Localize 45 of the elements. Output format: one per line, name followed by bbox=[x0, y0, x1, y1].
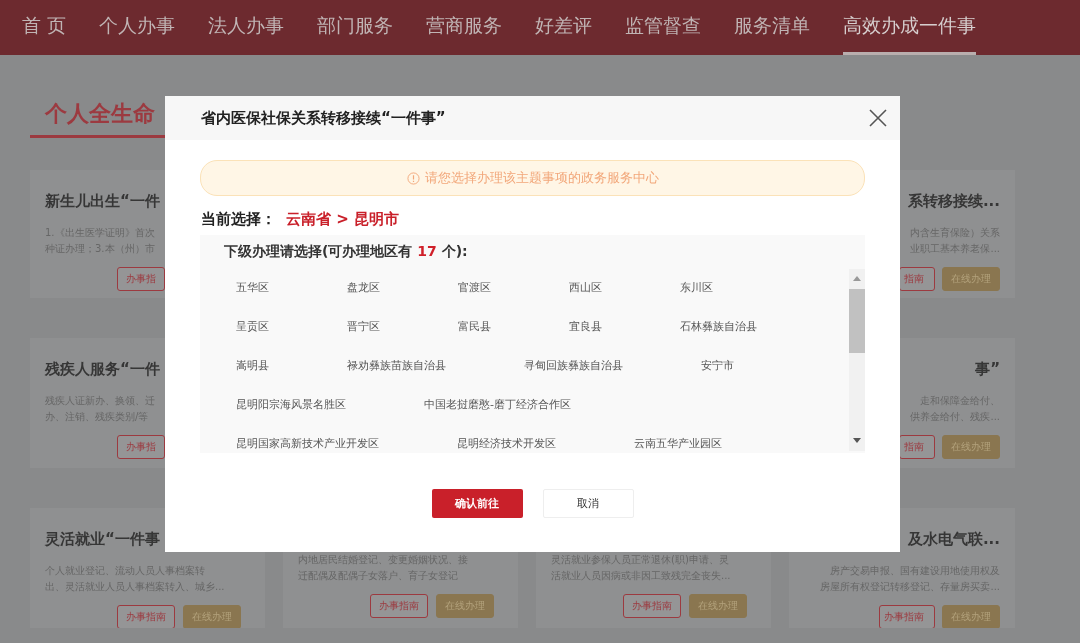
region-option[interactable]: 盘龙区 bbox=[347, 279, 380, 296]
region-option[interactable]: 寻甸回族彝族自治县 bbox=[524, 357, 623, 374]
dialog-title: 省内医保社保关系转移接续“一件事” bbox=[201, 108, 446, 128]
nav-tab[interactable]: 高效办成一件事 bbox=[843, 0, 977, 55]
region-option[interactable]: 官渡区 bbox=[458, 279, 491, 296]
region-option[interactable]: 富民县 bbox=[458, 318, 491, 335]
section-title: 个人全生命 bbox=[43, 100, 156, 128]
current-selection-value: 云南省 > 昆明市 bbox=[286, 210, 399, 229]
card-title: 灵活就业“一件事 bbox=[45, 530, 160, 549]
notice-text: 请您选择办理该主题事项的政务服务中心 bbox=[424, 169, 659, 187]
region-option[interactable]: 西山区 bbox=[569, 279, 602, 296]
info-icon bbox=[406, 171, 420, 185]
current-selection-label: 当前选择： bbox=[201, 210, 276, 229]
nav-tab[interactable]: 个人办事 bbox=[99, 0, 176, 55]
nav-tab[interactable]: 部门服务 bbox=[317, 0, 394, 55]
region-option[interactable]: 昆明国家高新技术产业开发区 bbox=[236, 435, 379, 452]
region-option[interactable]: 中国老挝磨憨-磨丁经济合作区 bbox=[424, 396, 571, 413]
confirm-button[interactable]: 确认前往 bbox=[431, 489, 523, 518]
region-option[interactable]: 东川区 bbox=[680, 279, 713, 296]
region-option[interactable]: 云南五华产业园区 bbox=[634, 435, 722, 452]
card-title: 残疾人服务“一件 bbox=[45, 360, 160, 379]
region-heading: 下级办理请选择(可办理地区有 17 个): bbox=[223, 242, 469, 261]
cancel-button[interactable]: 取消 bbox=[542, 489, 634, 518]
card-title: 系转移接续... bbox=[907, 192, 1000, 211]
nav-tab[interactable]: 首 页 bbox=[22, 0, 67, 55]
nav-tab[interactable]: 服务清单 bbox=[734, 0, 811, 55]
region-option[interactable]: 安宁市 bbox=[701, 357, 734, 374]
region-option[interactable]: 晋宁区 bbox=[347, 318, 380, 335]
region-option[interactable]: 呈贡区 bbox=[236, 318, 269, 335]
card-title: 及水电气联... bbox=[907, 530, 1000, 549]
card-title: 新生儿出生“一件 bbox=[45, 192, 160, 211]
region-option[interactable]: 禄劝彝族苗族自治县 bbox=[347, 357, 446, 374]
nav-tab[interactable]: 好差评 bbox=[535, 0, 593, 55]
region-option[interactable]: 宜良县 bbox=[569, 318, 602, 335]
nav-tab[interactable]: 监管督查 bbox=[625, 0, 702, 55]
region-option[interactable]: 五华区 bbox=[236, 279, 269, 296]
scrollbar[interactable] bbox=[849, 269, 865, 451]
close-icon[interactable] bbox=[868, 108, 888, 128]
card-title: 事” bbox=[975, 360, 1000, 379]
region-option[interactable]: 昆明阳宗海风景名胜区 bbox=[236, 396, 346, 413]
region-option[interactable]: 嵩明县 bbox=[236, 357, 269, 374]
region-option[interactable]: 昆明经济技术开发区 bbox=[457, 435, 556, 452]
nav-tab[interactable]: 营商服务 bbox=[426, 0, 503, 55]
region-option[interactable]: 石林彝族自治县 bbox=[680, 318, 757, 335]
nav-tab[interactable]: 法人办事 bbox=[208, 0, 285, 55]
